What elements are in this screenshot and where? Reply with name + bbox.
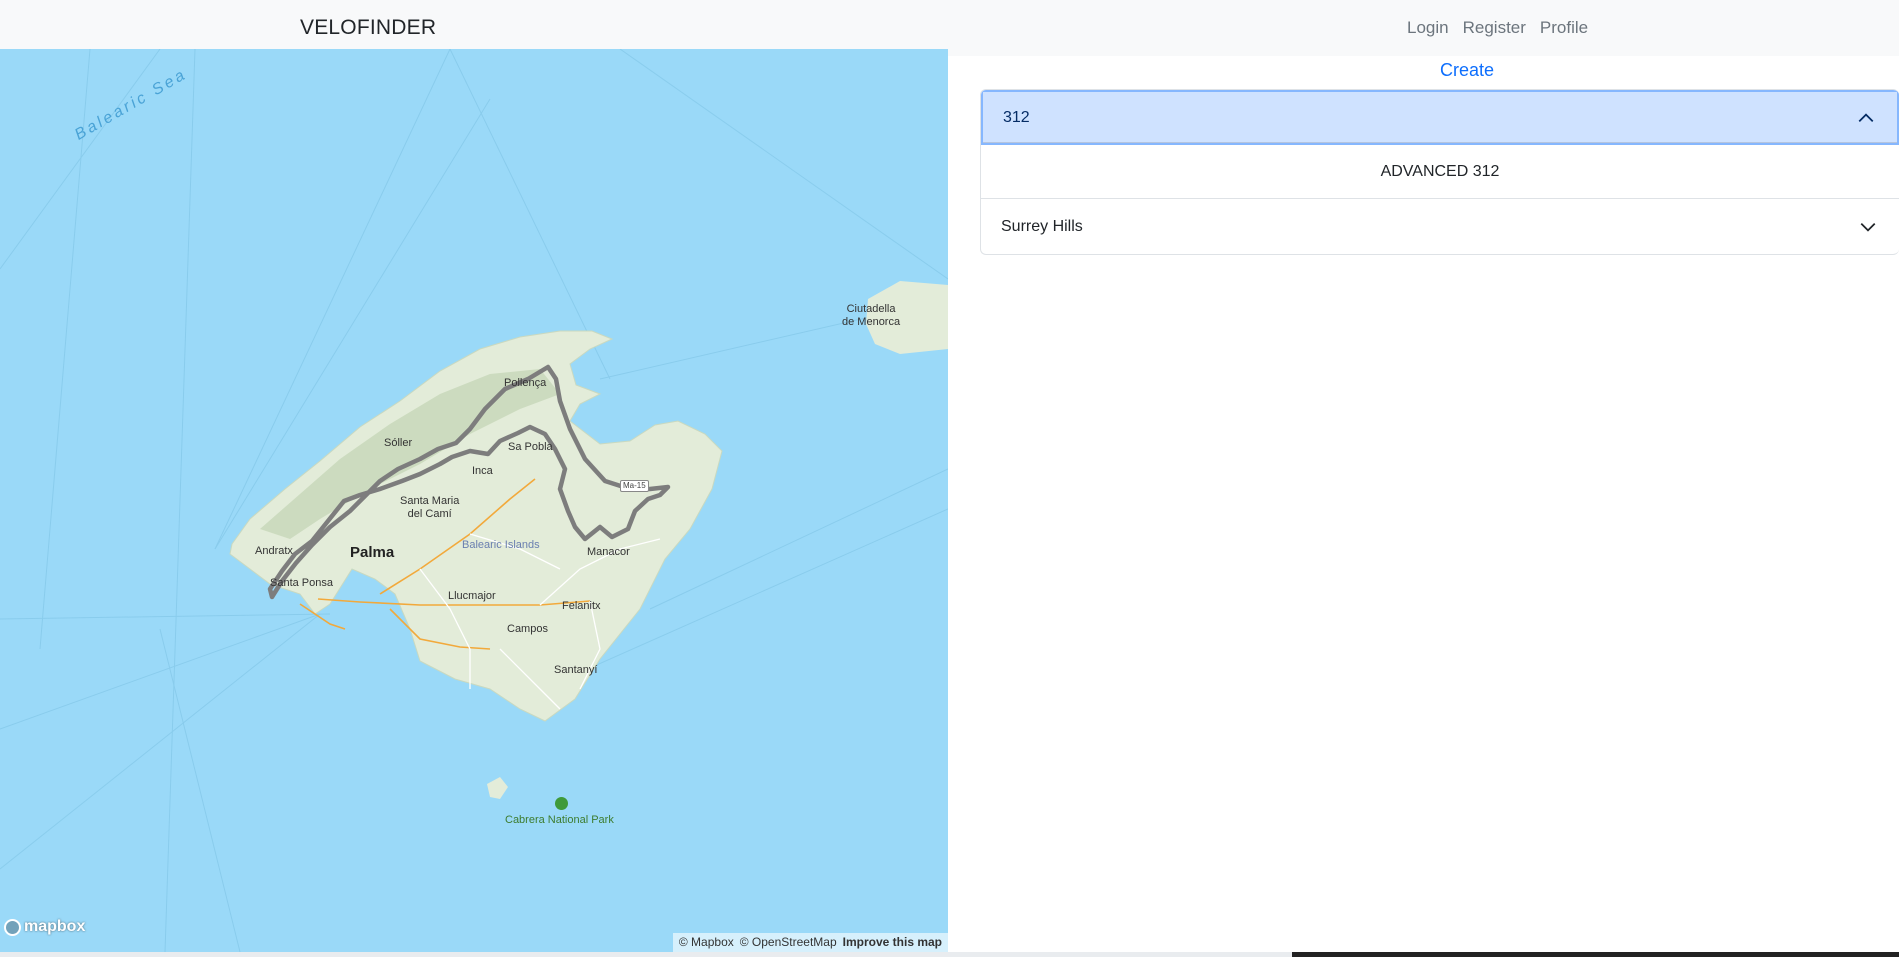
bottom-strip-dark [1292, 952, 1899, 957]
label-campos: Campos [507, 623, 548, 635]
label-ciutadella: Ciutadella de Menorca [842, 303, 900, 329]
nav-profile-link[interactable]: Profile [1540, 18, 1588, 38]
label-inca: Inca [472, 465, 493, 477]
nav-links: Login Register Profile [1407, 18, 1588, 38]
label-balearic-islands: Balearic Islands [462, 539, 540, 551]
routes-panel: Create 312 ADVANCED 312 Surrey Hills [948, 56, 1899, 952]
route-item-advanced-312[interactable]: ADVANCED 312 [1381, 163, 1500, 181]
attribution-mapbox-link[interactable]: © Mapbox [679, 935, 734, 950]
label-santa-ponsa: Santa Ponsa [270, 577, 333, 589]
label-sa-pobla: Sa Pobla [508, 441, 553, 453]
label-manacor: Manacor [587, 546, 630, 558]
nav-register-link[interactable]: Register [1463, 18, 1526, 38]
accordion-title: 312 [1003, 108, 1030, 126]
label-felanitx: Felanitx [562, 600, 601, 612]
label-santanyi: Santanyí [554, 664, 598, 676]
label-santa-maria-line1: Santa Maria [400, 495, 460, 507]
label-ciutadella-line2: de Menorca [842, 316, 901, 328]
mapbox-logo[interactable]: mapbox [4, 918, 85, 936]
navbar: VELOFINDER Login Register Profile [0, 0, 1899, 56]
create-link[interactable]: Create [1440, 60, 1494, 81]
bottom-strip [0, 952, 1899, 957]
label-pollenca: Pollença [504, 377, 547, 389]
nav-login-link[interactable]: Login [1407, 18, 1449, 38]
label-andratx: Andratx [255, 545, 293, 557]
mapbox-logo-icon [4, 918, 21, 936]
chevron-down-icon [1860, 222, 1876, 232]
label-soller: Sóller [384, 437, 413, 449]
road-shield-ma15: Ma-15 [620, 480, 649, 492]
accordion-title: Surrey Hills [1001, 217, 1083, 235]
accordion-body-312: ADVANCED 312 [981, 145, 1899, 199]
map-graphic[interactable] [0, 49, 948, 952]
accordion-header-312[interactable]: 312 [981, 90, 1899, 145]
chevron-up-icon [1858, 112, 1874, 122]
park-icon [555, 797, 568, 810]
improve-map-link[interactable]: Improve this map [843, 935, 942, 950]
map-canvas[interactable]: Balearic Sea Ciutadella de Menorca Polle… [0, 49, 948, 952]
brand-logo[interactable]: VELOFINDER [300, 16, 436, 40]
label-santa-maria: Santa Maria del Camí [400, 495, 459, 521]
label-ciutadella-line1: Ciutadella [846, 303, 896, 315]
accordion-header-surrey-hills[interactable]: Surrey Hills [981, 199, 1899, 254]
routes-accordion: 312 ADVANCED 312 Surrey Hills [980, 89, 1899, 255]
mapbox-logo-text: mapbox [24, 918, 86, 935]
attribution-osm-link[interactable]: © OpenStreetMap [740, 935, 837, 950]
label-llucmajor: Llucmajor [448, 590, 496, 602]
map-attribution: © Mapbox © OpenStreetMap Improve this ma… [672, 933, 948, 952]
label-santa-maria-line2: del Camí [407, 508, 452, 520]
label-cabrera-park: Cabrera National Park [505, 814, 614, 826]
cabrera-island [487, 777, 508, 799]
label-palma: Palma [350, 544, 395, 561]
